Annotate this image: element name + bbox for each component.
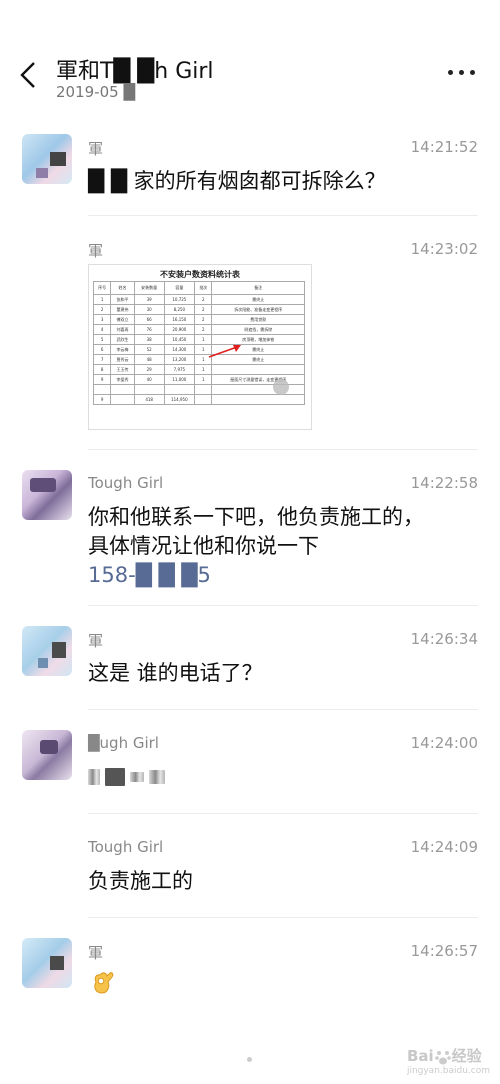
sender-name: Tough Girl bbox=[88, 838, 164, 856]
message-time: 14:22:58 bbox=[410, 474, 478, 492]
red-arrow-icon bbox=[208, 345, 241, 358]
more-button[interactable] bbox=[448, 66, 476, 78]
chat-subtitle: 2019-05 █ bbox=[56, 83, 135, 101]
divider bbox=[88, 813, 478, 814]
table-row: 7 贾秀云 48 13,200 1 需终止 bbox=[92, 354, 305, 365]
list-item[interactable]: █ugh Girl 14:24:00 bbox=[0, 726, 500, 814]
message-time: 14:21:52 bbox=[410, 138, 478, 156]
chat-header: 軍和T█ █h Girl 2019-05 █ bbox=[0, 0, 500, 115]
list-item[interactable]: Tough Girl 14:24:09 负责施工的 bbox=[0, 830, 500, 918]
touch-indicator bbox=[273, 379, 289, 395]
avatar[interactable] bbox=[22, 470, 72, 520]
divider bbox=[88, 215, 478, 216]
divider bbox=[88, 449, 478, 450]
list-item[interactable]: 軍 14:23:02 不安装户数资料统计表 序号 姓名 安装数量 容量 批次 备… bbox=[0, 232, 500, 450]
message-text: 这是 谁的电话了？ bbox=[88, 661, 263, 685]
list-item[interactable]: 軍 14:26:57 bbox=[0, 934, 500, 1014]
sender-name: 軍 bbox=[88, 140, 104, 158]
sender-name: 軍 bbox=[88, 632, 104, 650]
avatar[interactable] bbox=[22, 134, 72, 184]
message-text: █ █ 家的所有烟囱都可拆除么？ bbox=[88, 169, 386, 193]
avatar[interactable] bbox=[22, 626, 72, 676]
table-row: 1 张和平 39 10,725 2 需终止 bbox=[92, 294, 305, 305]
image-attachment[interactable]: 不安装户数资料统计表 序号 姓名 安装数量 容量 批次 备注 1 张和平 39 10,… bbox=[88, 264, 312, 430]
phone-link[interactable]: 158-█ █ █5 bbox=[88, 563, 211, 587]
chat-title: 軍和T█ █h Girl bbox=[56, 59, 214, 84]
back-button[interactable] bbox=[14, 58, 44, 92]
watermark: Bai 经验 jingyan.baidu.com bbox=[406, 1047, 490, 1076]
list-item[interactable]: 軍 14:21:52 █ █ 家的所有烟囱都可拆除么？ bbox=[0, 130, 500, 216]
image-title: 不安装户数资料统计表 bbox=[160, 270, 240, 279]
table-row: 2 董建伟 30 8,250 2 拆次阳能、准备走变更程序 bbox=[92, 304, 305, 315]
list-item[interactable]: 軍 14:26:34 这是 谁的电话了？ bbox=[0, 622, 500, 710]
redacted-content bbox=[88, 766, 166, 786]
sender-name: 軍 bbox=[88, 242, 104, 260]
paw-icon bbox=[434, 1050, 451, 1064]
message-body: 你和他联系一下吧，他负责施工的，具体情况让他和你说一下 bbox=[88, 505, 424, 558]
message-time: 14:24:09 bbox=[410, 838, 478, 856]
table-row: 4 刘喜再 76 20,900 2 树遮挡，需拆除 bbox=[92, 324, 305, 335]
avatar[interactable] bbox=[22, 730, 72, 780]
table-row: 5 武欣生 38 10,450 1 房顶朝，增加抹铁 bbox=[92, 334, 305, 345]
table-header-row: 序号 姓名 安装数量 容量 批次 备注 bbox=[92, 281, 305, 295]
ok-hand-emoji-icon bbox=[94, 972, 114, 994]
sender-name: █ugh Girl bbox=[88, 734, 159, 752]
message-text: 负责施工的 bbox=[88, 869, 193, 893]
sender-name: Tough Girl bbox=[88, 474, 164, 492]
message-time: 14:24:00 bbox=[410, 734, 478, 752]
table-total-row: 9 418 114,950 bbox=[92, 394, 305, 405]
avatar[interactable] bbox=[22, 938, 72, 988]
more-dots-icon bbox=[448, 70, 453, 75]
sender-name: 軍 bbox=[88, 944, 104, 962]
message-time: 14:26:34 bbox=[410, 630, 478, 648]
message-time: 14:23:02 bbox=[410, 240, 478, 258]
page-indicator bbox=[247, 1057, 252, 1062]
message-text: 你和他联系一下吧，他负责施工的，具体情况让他和你说一下 158-█ █ █5 bbox=[88, 503, 433, 590]
table-row: 8 王玉传 29 7,975 1 bbox=[92, 364, 305, 375]
back-arrow-icon bbox=[20, 62, 35, 88]
message-time: 14:26:57 bbox=[410, 942, 478, 960]
list-item[interactable]: Tough Girl 14:22:58 你和他联系一下吧，他负责施工的，具体情况… bbox=[0, 466, 500, 606]
table-row: 6 李云梅 52 14,300 1 需终止 bbox=[92, 344, 305, 355]
table-row: 3 傅双立 66 16,150 2 费用贷款 bbox=[92, 314, 305, 325]
divider bbox=[88, 917, 478, 918]
divider bbox=[88, 605, 478, 606]
divider bbox=[88, 709, 478, 710]
